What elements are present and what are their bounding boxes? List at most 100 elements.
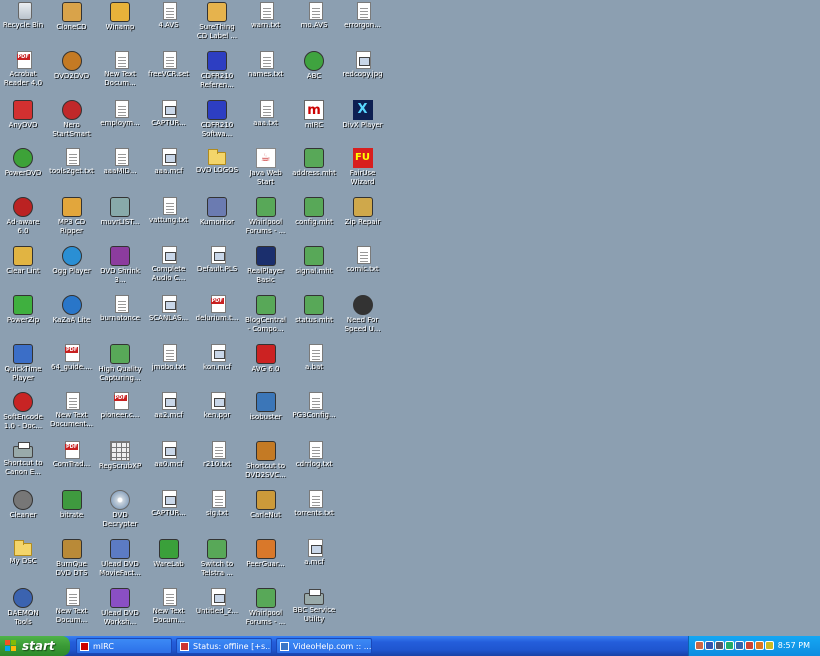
desktop-icon[interactable]: PG3Config...: [291, 392, 337, 440]
desktop-icon[interactable]: address.mht: [291, 148, 337, 196]
warning-icon[interactable]: [765, 641, 774, 650]
desktop-icon[interactable]: Acrobat Reader 4.0: [0, 50, 46, 99]
desktop-icon[interactable]: aaa.mcf: [146, 148, 192, 196]
desktop-icon[interactable]: Ulead DVD MovieFact...: [97, 538, 143, 587]
desktop-icon[interactable]: 4.AVS: [146, 2, 192, 50]
desktop-icon[interactable]: Kumorhor: [194, 197, 240, 245]
desktop-icon[interactable]: PowerDVD: [0, 148, 46, 196]
desktop-icon[interactable]: Clear Lint: [0, 246, 46, 294]
desktop-icon[interactable]: Winamp: [97, 2, 143, 50]
desktop-icon[interactable]: DAEMON Tools: [0, 587, 46, 636]
desktop-icon[interactable]: torrents.txt: [291, 490, 337, 538]
desktop-icon[interactable]: FU FairUse Wizard: [340, 148, 386, 196]
desktop-icon[interactable]: MP3 CD Ripper: [49, 197, 95, 245]
desktop-icon[interactable]: CarleNut: [243, 490, 289, 538]
desktop-icon[interactable]: redcopy.jpg: [340, 50, 386, 99]
desktop-icon[interactable]: Need For Speed U...: [340, 294, 386, 343]
desktop-icon[interactable]: muvrLIST...: [97, 197, 143, 245]
desktop-icon[interactable]: Ulead DVD Worksh...: [97, 587, 143, 636]
taskbar-button[interactable]: mIRC: [76, 638, 172, 654]
desktop-icon[interactable]: Shortcut to DVD2SVC...: [243, 441, 289, 489]
desktop-icon[interactable]: New Text Document...: [49, 392, 95, 440]
desktop-icon[interactable]: BurnQue DVD DTS: [49, 538, 95, 587]
desktop-icon[interactable]: signal.mht: [291, 246, 337, 294]
desktop-icon[interactable]: New Text Docum...: [49, 587, 95, 636]
desktop-icon[interactable]: cdrrlog.txt: [291, 441, 337, 489]
desktop-icon[interactable]: DVD LOGOS: [194, 148, 240, 196]
network-icon[interactable]: [695, 641, 704, 650]
desktop-icon[interactable]: CAPTUR...: [146, 99, 192, 148]
desktop-icon[interactable]: aa0.mcf: [146, 441, 192, 489]
desktop-icon[interactable]: QuickTime Player: [0, 343, 46, 392]
desktop-icon[interactable]: config.mht: [291, 197, 337, 245]
desktop-icon[interactable]: freeVCR.set: [146, 50, 192, 99]
desktop-icon[interactable]: pioneer.c...: [97, 392, 143, 440]
desktop-icon[interactable]: sig.txt: [194, 490, 240, 538]
desktop-icon[interactable]: a.bat: [291, 343, 337, 392]
desktop-icon[interactable]: errorgon...: [340, 2, 386, 50]
desktop-icon[interactable]: a.mcf: [291, 538, 337, 587]
desktop-icon[interactable]: CDFR210 Referen...: [194, 50, 240, 99]
desktop-icon[interactable]: New Text Docum...: [97, 50, 143, 99]
java-tray-icon[interactable]: [745, 641, 754, 650]
taskbar-button[interactable]: VideoHelp.com :: ...: [276, 638, 372, 654]
desktop-icon[interactable]: Default.PLS: [194, 246, 240, 294]
shield-icon[interactable]: [725, 641, 734, 650]
desktop-icon[interactable]: ABC: [291, 50, 337, 99]
desktop-icon[interactable]: isobuster: [243, 392, 289, 440]
desktop-icon[interactable]: RealPlayer Basic: [243, 246, 289, 294]
desktop-icon[interactable]: Zip Repair: [340, 197, 386, 245]
desktop-icon[interactable]: PeerGuar...: [243, 538, 289, 587]
desktop-icon[interactable]: Cleaner: [0, 490, 46, 538]
desktop-icon[interactable]: AVG 6.0: [243, 343, 289, 392]
desktop-icon[interactable]: CloneCD: [49, 2, 95, 50]
desktop-icon[interactable]: Ogg Player: [49, 246, 95, 294]
antivirus-icon[interactable]: [705, 641, 714, 650]
desktop-icon[interactable]: mo.AVS: [291, 2, 337, 50]
desktop-icon[interactable]: AnyDVD: [0, 99, 46, 148]
desktop-icon[interactable]: kon.mcf: [194, 343, 240, 392]
desktop-icon[interactable]: aaaMID...: [97, 148, 143, 196]
desktop-icon[interactable]: KaZaA Lite: [49, 294, 95, 343]
start-button[interactable]: start: [0, 636, 70, 656]
desktop-icon[interactable]: Shortcut to Canon E...: [0, 441, 46, 489]
desktop-icon[interactable]: bitrate: [49, 490, 95, 538]
desktop-icon[interactable]: ComTrad...: [49, 441, 95, 489]
desktop-icon[interactable]: aa2.mcf: [146, 392, 192, 440]
desktop-icon[interactable]: r210.txt: [194, 441, 240, 489]
desktop-icon[interactable]: My DSC: [0, 539, 46, 587]
desktop-icon[interactable]: PowerZip: [0, 294, 46, 343]
desktop-icon[interactable]: New Text Docum...: [146, 587, 192, 636]
desktop-icon[interactable]: warn.txt: [243, 2, 289, 50]
desktop-icon[interactable]: tools2get.txt: [49, 148, 95, 196]
peerguardian-tray-icon[interactable]: [755, 641, 764, 650]
desktop-icon[interactable]: vattung.txt: [146, 197, 192, 245]
desktop-icon[interactable]: Nero StartSmart: [49, 99, 95, 148]
desktop-icon[interactable]: High Quality Capturing...: [97, 343, 143, 392]
desktop-icon[interactable]: 64_guide....: [49, 343, 95, 392]
desktop-icon[interactable]: employm...: [97, 99, 143, 148]
desktop-icon[interactable]: CAPTUR...: [146, 490, 192, 538]
desktop-icon[interactable]: delurium.t...: [194, 294, 240, 343]
desktop-icon[interactable]: X DivX Player: [340, 99, 386, 148]
desktop-icon[interactable]: Ad-aware 6.0: [0, 197, 46, 245]
desktop-icon[interactable]: DVD Decrypter: [97, 490, 143, 538]
desktop-icon[interactable]: BlogCentral - Compo...: [243, 294, 289, 343]
desktop-icon[interactable]: BBC Service Utility: [291, 588, 337, 636]
desktop-icon[interactable]: Whirlpool Forums - ...: [243, 197, 289, 245]
desktop-icon[interactable]: SoftEncode 1.0 - Doc...: [0, 392, 46, 440]
desktop-icon[interactable]: names.txt: [243, 50, 289, 99]
daemon-tray-icon[interactable]: [735, 641, 744, 650]
volume-icon[interactable]: [715, 641, 724, 650]
desktop-icon[interactable]: DVD Shrink 3...: [97, 246, 143, 294]
desktop-icon[interactable]: WareLab: [146, 538, 192, 587]
desktop-icon[interactable]: Java Web Start: [243, 148, 289, 196]
taskbar-button[interactable]: Status: offline [+s...: [176, 638, 272, 654]
desktop-icon[interactable]: m mIRC: [291, 99, 337, 148]
desktop-icon[interactable]: DVD2DVD: [49, 50, 95, 99]
desktop-icon[interactable]: Switch to Telstra ...: [194, 538, 240, 587]
desktop-icon[interactable]: CDFR210 Softwa...: [194, 99, 240, 148]
desktop-icon[interactable]: jmobo.txt: [146, 343, 192, 392]
desktop-icon[interactable]: burnatonce: [97, 294, 143, 343]
desktop-icon[interactable]: RegScrubXP: [97, 441, 143, 489]
